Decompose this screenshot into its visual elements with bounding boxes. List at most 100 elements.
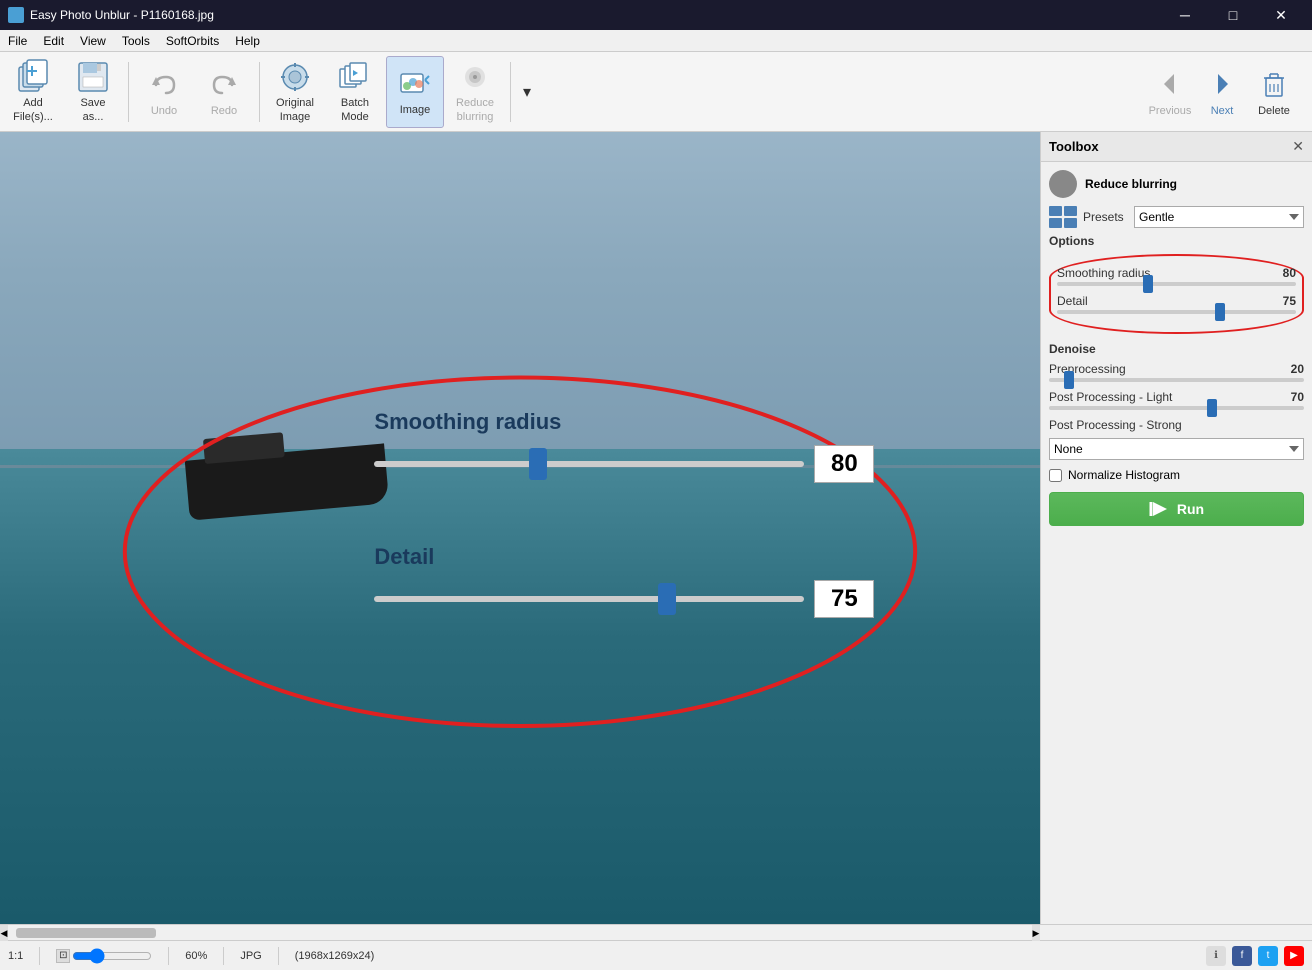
menu-edit[interactable]: Edit: [35, 32, 72, 50]
presets-icon: [1049, 206, 1077, 228]
separator-1: [128, 62, 129, 122]
menubar: File Edit View Tools SoftOrbits Help: [0, 30, 1312, 52]
batch-mode-icon: [337, 59, 373, 95]
smoothing-radius-value: 80: [814, 445, 874, 483]
menu-view[interactable]: View: [72, 32, 114, 50]
detail-tb-label: Detail: [1057, 294, 1088, 308]
scroll-right-button[interactable]: ▶: [1032, 925, 1040, 941]
post-processing-light-thumb[interactable]: [1207, 399, 1217, 417]
toolbox: Toolbox ✕ Reduce blurring Presets Gentle: [1040, 132, 1312, 924]
detail-track: [1057, 310, 1296, 314]
delete-icon: [1256, 66, 1292, 105]
menu-tools[interactable]: Tools: [114, 32, 158, 50]
menu-file[interactable]: File: [0, 32, 35, 50]
horizontal-scrollbar[interactable]: ◀ ▶: [0, 924, 1312, 940]
previous-button[interactable]: Previous: [1144, 56, 1196, 128]
preprocessing-thumb[interactable]: [1064, 371, 1074, 389]
preprocessing-label: Preprocessing: [1049, 362, 1126, 376]
fit-to-window-button[interactable]: ⊡: [56, 949, 70, 963]
detail-tb-thumb[interactable]: [1215, 303, 1225, 321]
toolbox-title: Toolbox: [1049, 139, 1099, 154]
save-as-icon: [75, 59, 111, 95]
save-as-button[interactable]: Save as...: [64, 56, 122, 128]
facebook-button[interactable]: f: [1232, 946, 1252, 966]
next-button[interactable]: Next: [1196, 56, 1248, 128]
undo-button[interactable]: Undo: [135, 56, 193, 128]
scroll-left-button[interactable]: ◀: [0, 925, 8, 941]
smoothing-radius-overlay-label: Smoothing radius: [374, 409, 874, 435]
menu-help[interactable]: Help: [227, 32, 268, 50]
options-label: Options: [1049, 234, 1304, 248]
reduce-blurring-button[interactable]: Reduce blurring: [446, 56, 504, 128]
minimize-button[interactable]: ─: [1162, 0, 1208, 30]
smoothing-radius-tb-label: Smoothing radius: [1057, 266, 1150, 280]
smoothing-radius-overlay: Smoothing radius 80: [374, 409, 874, 483]
undo-label: Undo: [151, 105, 177, 117]
run-label: Run: [1177, 501, 1204, 517]
run-button[interactable]: Run: [1049, 492, 1304, 526]
app-title: Easy Photo Unblur - P1160168.jpg: [30, 8, 1162, 22]
scroll-track: [8, 927, 1032, 939]
zoom-slider[interactable]: [72, 950, 152, 962]
image-canvas: Smoothing radius 80 Detail 75: [0, 132, 1040, 924]
separator-3: [510, 62, 511, 122]
smoothing-radius-track: [1057, 282, 1296, 286]
normalize-histogram-label: Normalize Histogram: [1068, 468, 1180, 482]
youtube-button[interactable]: ▶: [1284, 946, 1304, 966]
maximize-button[interactable]: □: [1210, 0, 1256, 30]
original-image-button[interactable]: Original Image: [266, 56, 324, 128]
status-sep-4: [278, 947, 279, 965]
detail-tb-value: 75: [1283, 294, 1296, 308]
normalize-histogram-checkbox[interactable]: [1049, 469, 1062, 482]
delete-button[interactable]: Delete: [1248, 56, 1300, 128]
presets-label: Presets: [1083, 210, 1124, 224]
post-processing-strong-label: Post Processing - Strong: [1049, 418, 1182, 432]
toolbox-close-button[interactable]: ✕: [1292, 138, 1304, 155]
detail-value: 75: [814, 580, 874, 618]
batch-mode-label: Batch Mode: [341, 97, 369, 123]
toolbox-header: Toolbox ✕: [1041, 132, 1312, 162]
original-image-label: Original Image: [276, 97, 314, 123]
scroll-thumb[interactable]: [16, 928, 156, 938]
smoothing-radius-tb-value: 80: [1283, 266, 1296, 280]
image-correction-button[interactable]: Image: [386, 56, 444, 128]
zoom-ratio: 1:1: [8, 950, 23, 962]
highlight-section: Smoothing radius 80 Detail 75: [1049, 254, 1304, 334]
more-button[interactable]: ▾: [517, 56, 537, 128]
detail-thumb[interactable]: [658, 583, 676, 615]
reduce-blurring-row: Reduce blurring: [1049, 170, 1304, 198]
app-icon: [8, 7, 24, 23]
toolbar: Add File(s)... Save as... Undo: [0, 52, 1312, 132]
sea-layer: [0, 449, 1040, 924]
detail-overlay: Detail 75: [374, 544, 874, 618]
smoothing-radius-thumb[interactable]: [529, 448, 547, 480]
post-processing-strong-select[interactable]: None Light Medium Strong: [1049, 438, 1304, 460]
redo-label: Redo: [211, 105, 237, 117]
post-processing-light-track: [1049, 406, 1304, 410]
twitter-button[interactable]: t: [1258, 946, 1278, 966]
presets-select[interactable]: Gentle Moderate Strong Custom: [1134, 206, 1304, 228]
post-processing-light-section: Post Processing - Light 70: [1049, 390, 1304, 410]
smoothing-radius-tb-thumb[interactable]: [1143, 275, 1153, 293]
detail-overlay-label: Detail: [374, 544, 874, 570]
reduce-blurring-icon: [457, 59, 493, 95]
add-files-icon: [15, 59, 51, 95]
info-button[interactable]: ℹ: [1206, 946, 1226, 966]
add-files-button[interactable]: Add File(s)...: [4, 56, 62, 128]
status-sep-3: [223, 947, 224, 965]
menu-softorbits[interactable]: SoftOrbits: [158, 32, 227, 50]
reduce-blurring-label: Reduce blurring: [456, 97, 494, 123]
redo-icon: [206, 67, 242, 103]
smoothing-radius-section: Smoothing radius 80: [1057, 266, 1296, 286]
close-button[interactable]: ✕: [1258, 0, 1304, 30]
preprocessing-value: 20: [1291, 362, 1304, 376]
save-as-label: Save as...: [80, 97, 105, 123]
separator-2: [259, 62, 260, 122]
post-processing-light-label: Post Processing - Light: [1049, 390, 1172, 404]
reduce-blurring-tool-label: Reduce blurring: [1085, 177, 1177, 191]
redo-button[interactable]: Redo: [195, 56, 253, 128]
zoom-percent: 60%: [185, 950, 207, 962]
statusbar-social-icons: ℹ f t ▶: [1206, 946, 1304, 966]
batch-mode-button[interactable]: Batch Mode: [326, 56, 384, 128]
image-area[interactable]: Smoothing radius 80 Detail 75: [0, 132, 1040, 924]
